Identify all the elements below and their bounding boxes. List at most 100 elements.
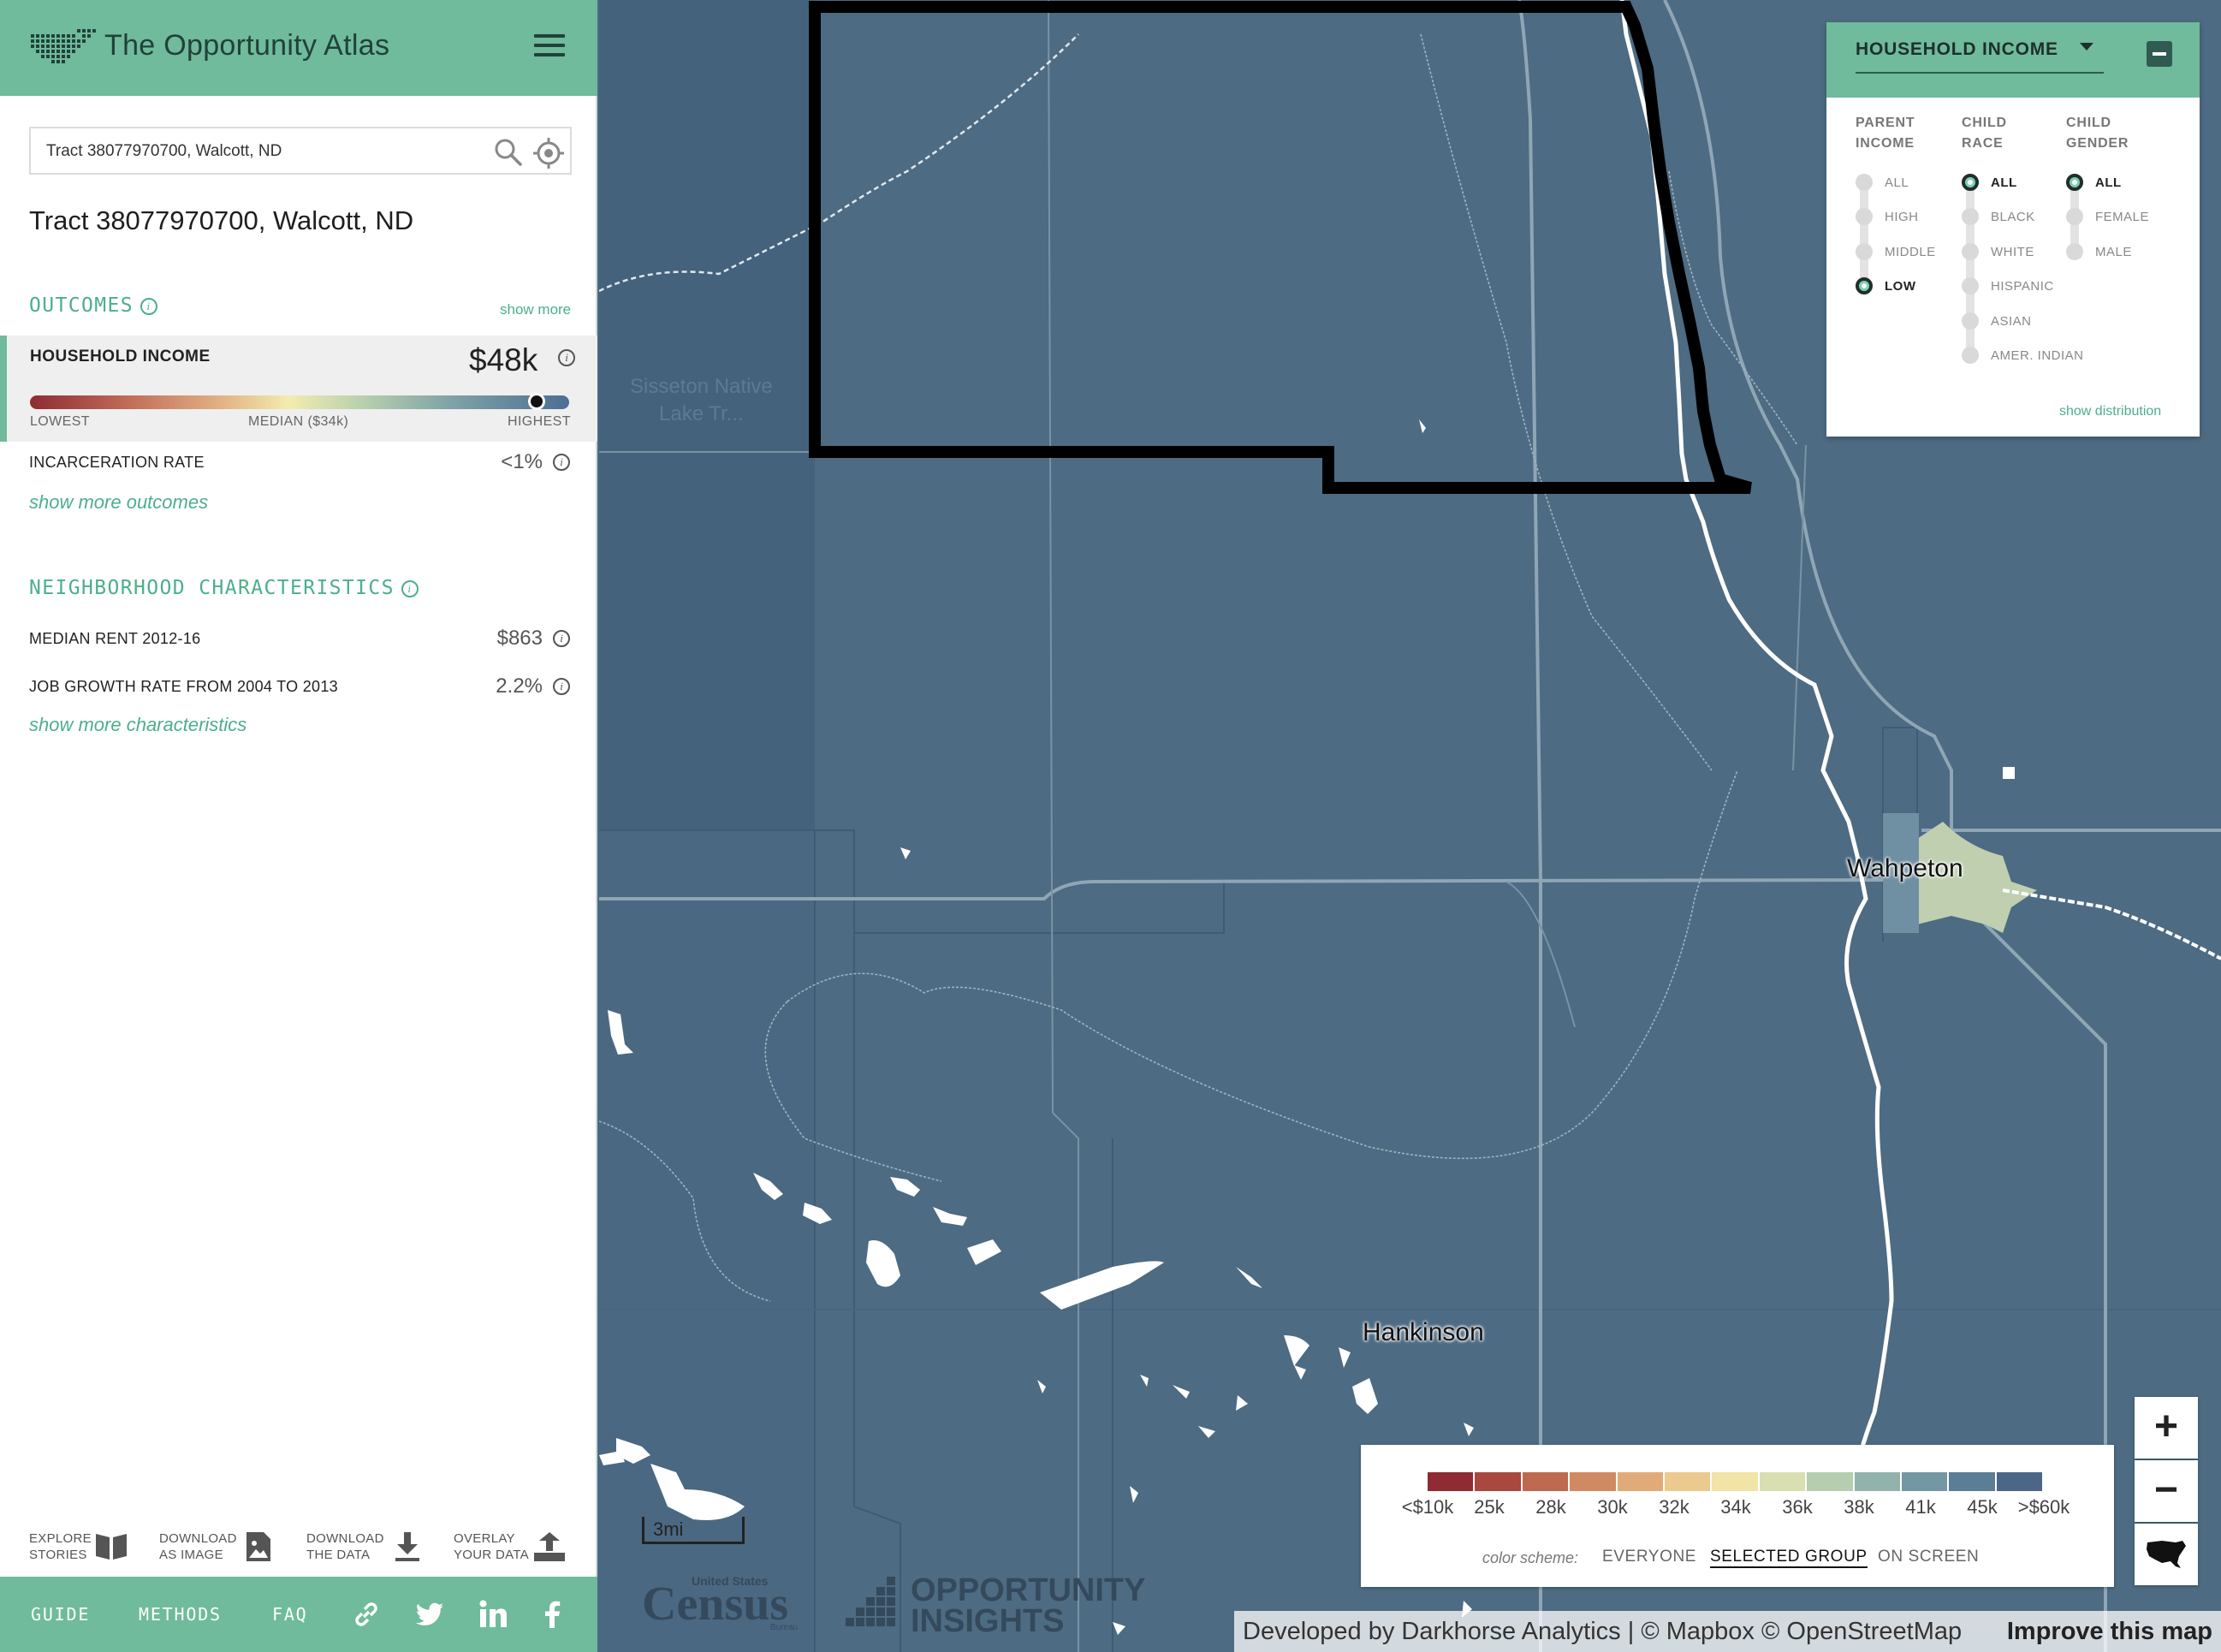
radio-dot xyxy=(1962,277,1979,294)
scale-bar: 3mi xyxy=(642,1517,745,1544)
footer-nav: GUIDE METHODS FAQ xyxy=(0,1577,597,1652)
parent-income-heading: PARENT INCOME xyxy=(1856,113,1915,154)
info-icon[interactable]: i xyxy=(558,349,575,366)
incarceration-row[interactable]: INCARCERATION RATE <1% i xyxy=(29,450,570,476)
radio-dot xyxy=(1962,243,1979,260)
legend-tick-label: <$10k xyxy=(1401,1496,1454,1518)
locate-icon[interactable] xyxy=(532,137,565,169)
legend-ticks: <$10k 25k 28k 30k 32k 34k 36k 38k 41k 45k >$60k xyxy=(1390,1493,2083,1522)
column-heading-line: CHILD xyxy=(1962,116,2007,130)
map-attribution: Developed by Darkhorse Analytics | © Map… xyxy=(1234,1611,2221,1652)
legend-color-bar xyxy=(1428,1472,2045,1491)
radio-dot xyxy=(1856,277,1873,294)
radio-dot xyxy=(1962,208,1979,225)
radio-dot xyxy=(1962,347,1979,364)
logo-text: Bureau xyxy=(770,1623,798,1631)
radio-dot xyxy=(2066,243,2083,260)
faq-link[interactable]: FAQ xyxy=(272,1604,308,1625)
info-icon[interactable]: i xyxy=(553,630,570,647)
download-image-button[interactable]: DOWNLOAD AS IMAGE xyxy=(159,1527,279,1566)
linkedin-icon[interactable] xyxy=(478,1599,508,1630)
legend-swatch xyxy=(1522,1472,1571,1491)
info-icon[interactable]: i xyxy=(140,297,157,315)
map[interactable]: Sisseton Native Lake Tr... Wahpeton Hanki… xyxy=(599,0,2221,1652)
radio-dot xyxy=(2066,174,2083,191)
info-icon[interactable]: i xyxy=(553,454,570,471)
job-growth-value: 2.2% xyxy=(496,674,543,698)
option-label: ASIAN xyxy=(1991,314,2032,329)
hamburger-menu-icon[interactable] xyxy=(534,34,565,60)
tool-label: AS IMAGE xyxy=(159,1548,223,1562)
scheme-everyone-option[interactable]: EVERYONE xyxy=(1602,1548,1696,1566)
zoom-in-button[interactable]: + xyxy=(2135,1397,2198,1459)
outcome-dropdown[interactable]: HOUSEHOLD INCOME xyxy=(1856,39,2058,60)
selected-tract-outline[interactable] xyxy=(809,1,1752,494)
legend-tick-label: 32k xyxy=(1659,1496,1690,1518)
legend-swatch xyxy=(1996,1472,2045,1491)
job-growth-row[interactable]: JOB GROWTH RATE FROM 2004 TO 2013 2.2% i xyxy=(29,674,570,700)
book-icon xyxy=(96,1534,127,1560)
methods-link[interactable]: METHODS xyxy=(139,1604,222,1625)
scheme-selected-group-option[interactable]: SELECTED GROUP xyxy=(1710,1548,1868,1568)
incarceration-label: INCARCERATION RATE xyxy=(29,454,205,471)
show-more-link[interactable]: show more xyxy=(500,301,571,318)
opportunity-insights-logo[interactable]: OPPORTUNITY INSIGHTS xyxy=(846,1570,1188,1638)
option-label: MALE xyxy=(2095,245,2132,259)
column-heading-line: CHILD xyxy=(2066,116,2111,130)
chevron-down-icon[interactable] xyxy=(2080,43,2093,51)
sidebar: The Opportunity Atlas Tract 38077970700,… xyxy=(0,0,597,1652)
neighborhood-heading: NEIGHBORHOOD CHARACTERISTICS i xyxy=(29,577,419,599)
child-race-heading: CHILD RACE xyxy=(1962,113,2007,154)
link-icon[interactable] xyxy=(351,1599,382,1630)
atlas-logo-icon[interactable] xyxy=(29,27,99,67)
reset-view-button[interactable] xyxy=(2135,1524,2198,1585)
twitter-icon[interactable] xyxy=(414,1599,445,1630)
radio-dot xyxy=(1962,174,1979,191)
download-data-button[interactable]: DOWNLOAD THE DATA xyxy=(306,1527,426,1566)
neighborhood-heading-text: NEIGHBORHOOD CHARACTERISTICS xyxy=(29,577,395,599)
filter-panel: HOUSEHOLD INCOME PARENT INCOME CHILD RACE … xyxy=(1826,22,2200,437)
city-label-wahpeton: Wahpeton xyxy=(1847,854,1963,882)
info-icon[interactable]: i xyxy=(401,579,419,597)
improve-map-link[interactable]: Improve this map xyxy=(2007,1618,2212,1646)
show-distribution-link[interactable]: show distribution xyxy=(2059,404,2161,419)
option-label: LOW xyxy=(1885,279,1916,294)
search-input[interactable] xyxy=(46,137,474,166)
dropdown-underline xyxy=(1856,72,2104,74)
explore-stories-button[interactable]: EXPLORE STORIES xyxy=(29,1527,132,1566)
scheme-on-screen-option[interactable]: ON SCREEN xyxy=(1878,1548,1979,1566)
show-more-characteristics-link[interactable]: show more characteristics xyxy=(29,714,246,736)
zoom-out-button[interactable]: − xyxy=(2135,1460,2198,1522)
overlay-data-button[interactable]: OVERLAY YOUR DATA xyxy=(454,1527,573,1566)
image-file-icon xyxy=(246,1532,270,1561)
collapse-panel-button[interactable] xyxy=(2147,41,2172,67)
radio-dot xyxy=(1856,243,1873,260)
logo-text: Census xyxy=(642,1578,788,1631)
color-scheme-label: color scheme: xyxy=(1482,1549,1579,1566)
search-icon[interactable] xyxy=(493,137,524,168)
radio-dot xyxy=(2066,208,2083,225)
app-title[interactable]: The Opportunity Atlas xyxy=(104,29,389,62)
option-label: WHITE xyxy=(1991,245,2034,259)
scale-median-label: MEDIAN ($34k) xyxy=(248,414,349,429)
show-more-outcomes-link[interactable]: show more outcomes xyxy=(29,491,208,514)
radio-dot xyxy=(1856,208,1873,225)
household-income-row[interactable]: HOUSEHOLD INCOME $48k i LOWEST MEDIAN ($… xyxy=(0,336,597,442)
median-rent-row[interactable]: MEDIAN RENT 2012-16 $863 i xyxy=(29,627,570,652)
reservation-label-line: Sisseton Native xyxy=(630,375,773,398)
guide-link[interactable]: GUIDE xyxy=(31,1604,90,1625)
logo-text: INSIGHTS xyxy=(911,1603,1064,1638)
download-icon xyxy=(395,1532,419,1561)
column-heading-line: GENDER xyxy=(2066,136,2129,151)
legend-swatch xyxy=(1854,1472,1902,1491)
reservation-label-line: Lake Tr... xyxy=(659,402,744,425)
facebook-icon[interactable] xyxy=(537,1599,568,1630)
household-income-value: $48k xyxy=(469,342,538,377)
legend-swatch xyxy=(1475,1472,1523,1491)
legend-swatch xyxy=(1901,1472,1950,1491)
legend-tick-label: 34k xyxy=(1720,1496,1751,1518)
option-label: BLACK xyxy=(1991,210,2035,224)
tract-title: Tract 38077970700, Walcott, ND xyxy=(29,205,414,235)
info-icon[interactable]: i xyxy=(553,678,570,695)
census-bureau-logo[interactable]: United States Census Bureau xyxy=(642,1572,805,1631)
